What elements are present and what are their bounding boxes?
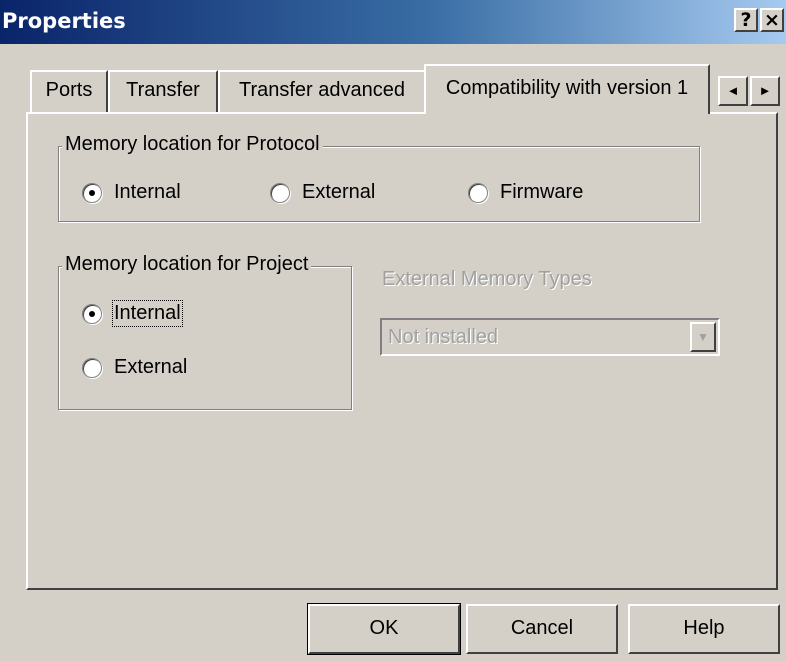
radio-label: External [114, 356, 188, 378]
project-internal-radio[interactable]: Internal [82, 300, 183, 327]
dropdown-value: Not installed [388, 326, 499, 348]
cancel-button[interactable]: Cancel [466, 604, 618, 654]
project-memory-group [58, 266, 352, 410]
tab-scroll-right-icon[interactable]: ► [750, 76, 780, 106]
external-memory-types-label: External Memory Types [382, 268, 592, 290]
tab-transfer[interactable]: Transfer [108, 70, 218, 112]
help-button[interactable]: Help [628, 604, 780, 654]
radio-unchecked-icon [468, 182, 488, 203]
external-memory-types-dropdown[interactable]: Not installed ▼ [380, 318, 720, 356]
project-group-title: Memory location for Project [62, 253, 312, 276]
ok-button[interactable]: OK [307, 603, 461, 655]
tab-ports[interactable]: Ports [30, 70, 108, 112]
protocol-firmware-radio[interactable]: Firmware [468, 181, 583, 204]
help-icon[interactable]: ? [734, 8, 758, 32]
radio-label: Firmware [500, 181, 584, 203]
tab-scroll-left-icon[interactable]: ◄ [718, 76, 748, 106]
project-external-radio[interactable]: External [82, 356, 187, 379]
chevron-down-icon[interactable]: ▼ [690, 322, 716, 352]
radio-unchecked-icon [270, 182, 290, 203]
protocol-internal-radio[interactable]: Internal [82, 181, 181, 204]
radio-label: Internal [112, 300, 183, 327]
radio-label: Internal [114, 181, 181, 203]
radio-checked-icon [82, 303, 102, 324]
radio-unchecked-icon [82, 357, 102, 378]
close-icon[interactable]: × [760, 8, 784, 32]
radio-checked-icon [82, 182, 102, 203]
tab-compatibility-version-1[interactable]: Compatibility with version 1 [424, 64, 710, 114]
title-bar: Properties ? × [0, 0, 786, 44]
protocol-group-title: Memory location for Protocol [62, 133, 323, 156]
tab-transfer-advanced[interactable]: Transfer advanced [218, 70, 426, 112]
window-title: Properties [2, 9, 126, 33]
protocol-external-radio[interactable]: External [270, 181, 375, 204]
radio-label: External [302, 181, 376, 203]
